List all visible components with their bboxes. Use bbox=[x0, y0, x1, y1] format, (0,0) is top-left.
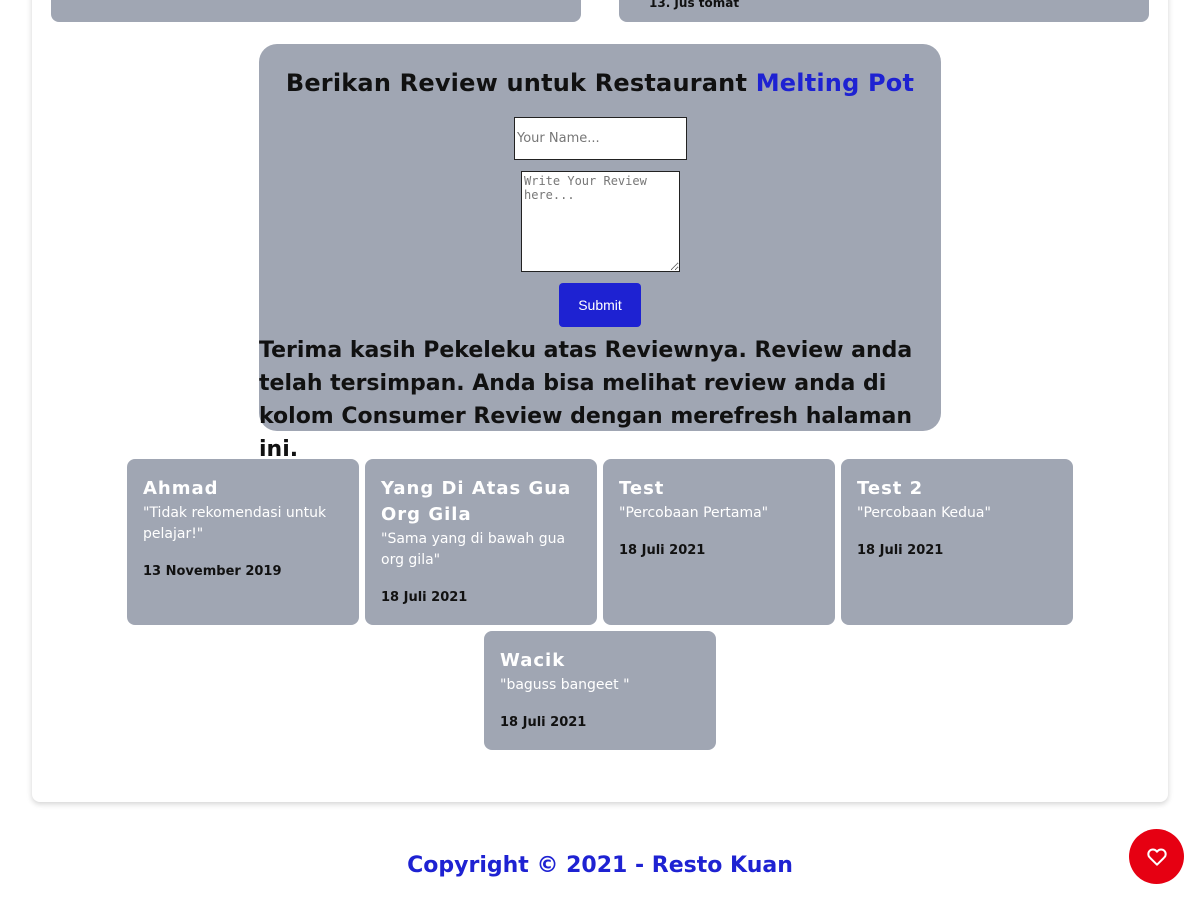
form-title-text: Berikan Review untuk Restaurant bbox=[285, 69, 748, 97]
restaurant-info-panel bbox=[51, 0, 581, 22]
name-input[interactable] bbox=[514, 117, 687, 160]
review-date: 18 Juli 2021 bbox=[857, 543, 944, 558]
review-form: Berikan Review untuk Restaurant Melting … bbox=[259, 44, 941, 462]
form-title: Berikan Review untuk Restaurant Melting … bbox=[259, 69, 941, 97]
reviewer-name: Wacik bbox=[500, 650, 566, 671]
reviewer-name: Test 2 bbox=[857, 478, 924, 499]
menu-panel: 13. Jus tomat bbox=[619, 0, 1149, 22]
heart-icon bbox=[1146, 848, 1167, 866]
review-date: 13 November 2019 bbox=[143, 564, 282, 579]
favorite-button[interactable] bbox=[1129, 829, 1184, 884]
review-date: 18 Juli 2021 bbox=[500, 715, 587, 730]
review-textarea[interactable] bbox=[521, 171, 680, 272]
reviewer-name: Yang Di Atas Gua Org Gila bbox=[381, 478, 572, 525]
footer-copyright: Copyright © 2021 - Resto Kuan bbox=[407, 853, 793, 878]
submit-button[interactable]: Submit bbox=[559, 283, 641, 327]
review-text: "Sama yang di bawah gua org gila" bbox=[381, 531, 566, 568]
review-date: 18 Juli 2021 bbox=[619, 543, 706, 558]
review-card: Wacik "baguss bangeet " 18 Juli 2021 bbox=[484, 631, 716, 750]
reviewer-name: Ahmad bbox=[143, 478, 219, 499]
review-card: Ahmad "Tidak rekomendasi untuk pelajar!"… bbox=[127, 459, 359, 625]
reviewer-name: Test bbox=[619, 478, 665, 499]
restaurant-name: Melting Pot bbox=[755, 69, 915, 97]
review-text: "Percobaan Pertama" bbox=[619, 505, 769, 521]
review-card: Test "Percobaan Pertama" 18 Juli 2021 bbox=[603, 459, 835, 625]
review-text: "baguss bangeet " bbox=[500, 677, 630, 693]
review-card: Test 2 "Percobaan Kedua" 18 Juli 2021 bbox=[841, 459, 1073, 625]
thank-you-message: Terima kasih Pekeleku atas Reviewnya. Re… bbox=[259, 338, 913, 462]
review-card: Yang Di Atas Gua Org Gila "Sama yang di … bbox=[365, 459, 597, 625]
review-text: "Percobaan Kedua" bbox=[857, 505, 991, 521]
review-date: 18 Juli 2021 bbox=[381, 590, 468, 605]
menu-item: 13. Jus tomat bbox=[649, 0, 740, 10]
review-text: "Tidak rekomendasi untuk pelajar!" bbox=[143, 505, 327, 542]
